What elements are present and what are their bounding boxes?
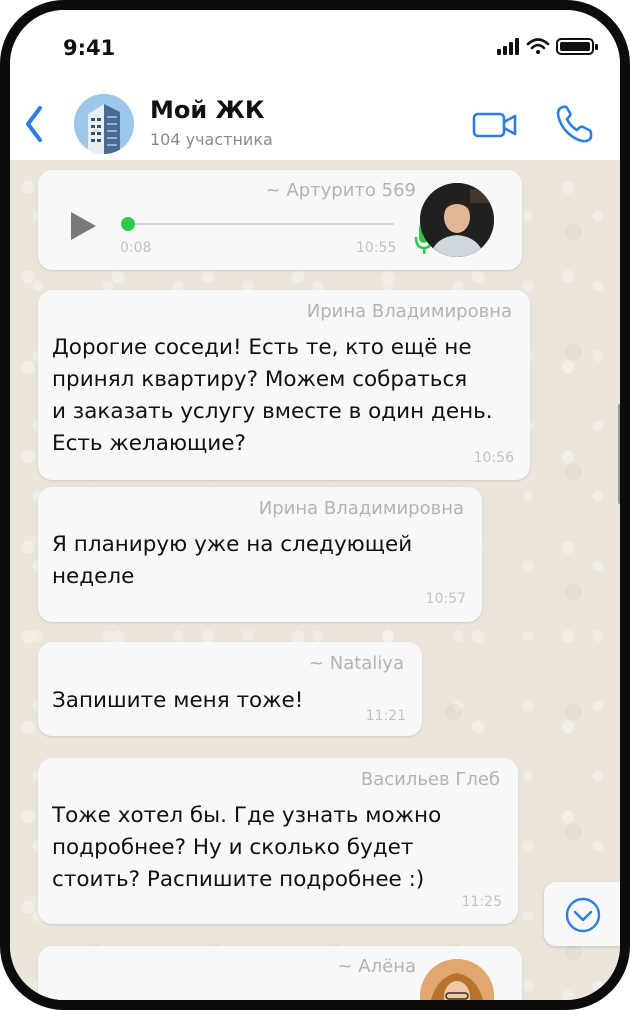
message-text: Тоже хотел бы. Где узнать можно подробне… [52, 800, 441, 896]
sender-name: ~ Артурито 569 [265, 180, 416, 201]
status-time: 9:41 [63, 36, 116, 60]
message-line: Тоже хотел бы. Где узнать можно [52, 803, 442, 828]
message-line: и заказать услугу вместе в один день. [52, 399, 493, 424]
participants-count: 104 участника [150, 130, 273, 149]
voice-elapsed: 0:08 [120, 240, 152, 256]
voice-progress-dot[interactable] [121, 217, 135, 231]
message-bubble[interactable]: ~ Nataliya Запишите меня тоже! 11:21 [38, 642, 422, 736]
message-text: Запишите меня тоже! [52, 685, 303, 717]
message-text: Дорогие соседи! Есть те, кто ещё не прин… [52, 332, 493, 460]
sender-name: Ирина Владимировна [258, 498, 464, 519]
sender-name: Ирина Владимировна [306, 301, 512, 322]
chat-area[interactable]: ~ Артурито 569 0:08 10:55 Ирина Владимир… [10, 160, 620, 1000]
message-line: Запишите меня тоже! [52, 688, 304, 713]
chat-header: Мой ЖК 104 участника [10, 88, 620, 161]
man-photo [420, 183, 494, 257]
scrollbar[interactable] [618, 404, 620, 504]
message-line: Есть желающие? [52, 431, 246, 456]
message-bubble[interactable]: Ирина Владимировна Дорогие соседи! Есть … [38, 290, 530, 480]
battery-icon [556, 38, 598, 55]
chevron-down-circle-icon [565, 897, 601, 933]
message-line: неделе [52, 564, 135, 589]
signal-icon [497, 38, 519, 55]
voice-track[interactable] [122, 223, 394, 225]
message-bubble[interactable]: Ирина Владимировна Я планирую уже на сле… [38, 487, 482, 622]
message-time: 10:55 [356, 240, 397, 256]
message-line: стоить? Распишите подробнее :) [52, 867, 425, 892]
status-bar: 9:41 [10, 10, 620, 88]
phone-icon[interactable] [553, 102, 597, 146]
scroll-down-button[interactable] [544, 882, 620, 946]
message-time: 11:21 [365, 708, 406, 724]
chat-title[interactable]: Мой ЖК [150, 96, 265, 124]
message-time: 10:56 [473, 450, 514, 466]
video-camera-icon[interactable] [472, 110, 518, 140]
message-line: Я планирую уже на следующей [52, 532, 413, 557]
sender-name: Васильев Глеб [360, 769, 500, 790]
sender-avatar[interactable] [420, 959, 494, 1000]
wifi-icon [526, 38, 550, 54]
phone-frame: 9:41 Мой ЖК 104 участника ~ Артурито 569… [0, 0, 630, 1010]
message-line: Дорогие соседи! Есть те, кто ещё не [52, 335, 472, 360]
chevron-left-icon[interactable] [20, 102, 48, 146]
message-line: принял квартиру? Можем собраться [52, 367, 468, 392]
message-line: подробнее? Ну и сколько будет [52, 835, 414, 860]
message-text: Я планирую уже на следующей неделе [52, 529, 412, 593]
woman-photo [420, 959, 494, 1000]
sender-avatar[interactable] [420, 183, 494, 257]
group-avatar[interactable] [74, 94, 134, 154]
voice-message[interactable]: ~ Алёна [38, 946, 522, 1000]
sender-name: ~ Nataliya [308, 653, 404, 674]
sender-name: ~ Алёна [337, 956, 417, 977]
play-icon[interactable] [68, 210, 98, 242]
status-icons [497, 38, 598, 55]
message-time: 10:57 [425, 591, 466, 607]
message-bubble[interactable]: Васильев Глеб Тоже хотел бы. Где узнать … [38, 758, 518, 924]
message-time: 11:25 [461, 894, 502, 910]
building-image [74, 94, 134, 154]
voice-message[interactable]: ~ Артурито 569 0:08 10:55 [38, 170, 522, 270]
